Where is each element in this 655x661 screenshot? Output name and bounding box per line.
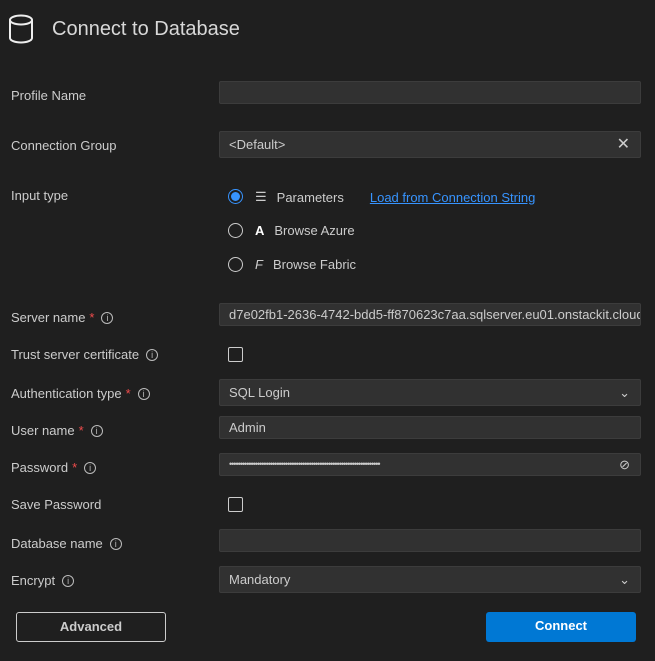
database-name-input[interactable] [219,529,641,552]
parameters-option-label[interactable]: Parameters [277,190,344,205]
info-icon[interactable]: i [101,311,114,324]
profile-name-input[interactable] [219,81,641,104]
radio-parameters[interactable] [228,189,243,204]
eye-off-icon[interactable]: ⊘ [619,454,630,475]
parameters-icon: ☰ [255,189,267,204]
advanced-button[interactable]: Advanced [16,612,166,642]
radio-browse-fabric[interactable] [228,257,243,272]
radio-browse-azure[interactable] [228,223,243,238]
fabric-icon: F [255,257,263,272]
info-icon[interactable]: i [146,348,159,361]
trust-cert-label: Trust server certificate i [11,347,159,362]
info-icon[interactable]: i [90,424,103,437]
chevron-down-icon: ⌄ [619,572,630,587]
server-name-label: Server name * i [11,310,114,325]
dialog-title: Connect to Database [52,17,240,40]
load-connection-string-link[interactable]: Load from Connection String [370,190,535,205]
password-label: Password * i [11,460,97,475]
connection-group-select[interactable]: <Default> ✕ [219,131,641,158]
info-icon[interactable]: i [62,574,75,587]
server-name-input[interactable]: d7e02fb1-2636-4742-bdd5-ff870623c7aa.sql… [219,303,641,326]
user-name-label: User name * i [11,423,103,438]
database-icon [9,14,33,44]
connect-button[interactable]: Connect [486,612,636,642]
password-input[interactable]: ••••••••••••••••••••••••••••••••••••••••… [219,453,641,476]
database-name-label: Database name i [11,536,122,551]
azure-icon: A [255,223,265,238]
browse-azure-label[interactable]: Browse Azure [274,223,354,238]
encrypt-select[interactable]: Mandatory ⌄ [219,566,641,593]
auth-type-label: Authentication type * i [11,386,150,401]
user-name-input[interactable]: Admin [219,416,641,439]
trust-cert-checkbox[interactable] [228,347,243,362]
browse-fabric-label[interactable]: Browse Fabric [273,257,356,272]
clear-icon[interactable]: ✕ [617,132,630,157]
info-icon[interactable]: i [84,461,97,474]
profile-name-label: Profile Name [11,88,87,103]
dialog-header: Connect to Database [8,14,240,44]
chevron-down-icon: ⌄ [619,385,630,400]
save-password-label: Save Password [11,497,102,512]
input-type-label: Input type [11,188,69,203]
info-icon[interactable]: i [109,537,122,550]
encrypt-label: Encrypt i [11,573,75,588]
info-icon[interactable]: i [137,387,150,400]
save-password-checkbox[interactable] [228,497,243,512]
connection-group-label: Connection Group [11,138,117,153]
auth-type-select[interactable]: SQL Login ⌄ [219,379,641,406]
